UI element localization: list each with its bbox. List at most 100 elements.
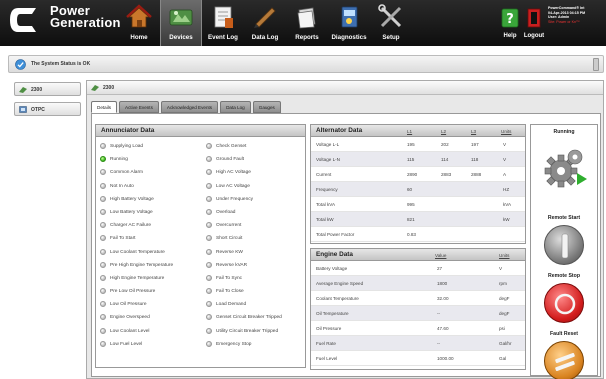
cell-l2: 202 [441, 142, 449, 147]
tab-gauges[interactable]: Gauges [252, 101, 281, 113]
annunciator-label: Not In Auto [110, 183, 134, 189]
nav-diagnostics[interactable]: Diagnostics [328, 0, 370, 46]
indicator-off-icon [206, 208, 212, 215]
indicator-off-icon [206, 248, 212, 255]
remote-stop-button[interactable] [544, 283, 584, 323]
annunciator-item: Genset Circuit Breaker Tripped [204, 312, 308, 325]
cell-l1: 0.83 [407, 232, 416, 237]
cell-units: Gal [499, 356, 507, 361]
indicator-off-icon [206, 169, 212, 176]
column-header: L1 [407, 129, 413, 134]
sidebar-item-label: 2300 [31, 87, 43, 93]
panel-header: 2300 [87, 81, 603, 95]
annunciator-item: High AC Voltage [204, 167, 308, 180]
event-log-icon [214, 6, 233, 28]
annunciator-item: Engine Overspeed [98, 312, 202, 325]
row-label: Average Engine Speed [316, 281, 364, 286]
table-row: Oil Temperature -- degF [311, 306, 525, 321]
generator-device-icon [19, 87, 27, 93]
annunciator-item: Low Fuel Level [98, 339, 202, 352]
annunciator-label: Fail To Start [110, 236, 136, 242]
power-off-icon [554, 293, 576, 315]
indicator-off-icon [100, 169, 106, 176]
nav-event-log[interactable]: Event Log [202, 0, 244, 46]
annunciator-label: Overcurrent [216, 223, 242, 229]
nav-setup[interactable]: Setup [370, 0, 412, 46]
annunciator-panel: Annunciator Data Supplying Load Running Co… [95, 124, 306, 368]
indicator-off-icon [100, 208, 106, 215]
main-nav: Home Devices Event Log Data Log Reports … [118, 0, 412, 46]
annunciator-label: High AC Voltage [216, 170, 251, 176]
indicator-off-icon [100, 143, 106, 149]
nav-data-log[interactable]: Data Log [244, 0, 286, 46]
annunciator-label: Fail To Sync [216, 275, 243, 281]
cell-l1: 2890 [407, 172, 418, 177]
annunciator-label: Running [110, 157, 128, 163]
indicator-off-icon [100, 222, 106, 229]
cell-units: Gal/hr [499, 341, 512, 346]
annunciator-item: Overcurrent [204, 220, 308, 233]
sidebar-item-otpc[interactable]: OTPC [14, 102, 81, 116]
annunciator-item: Not In Auto [98, 181, 202, 194]
annunciator-item: Fail To Close [204, 286, 308, 299]
annunciator-label: Low AC Voltage [216, 183, 250, 189]
annunciator-label: Under Frequency [216, 196, 254, 202]
indicator-off-icon [100, 261, 106, 268]
help-button[interactable]: ? Help [498, 0, 522, 46]
annunciator-item: Overload [204, 207, 308, 220]
cell-units: V [503, 142, 507, 147]
row-label: Total kW [316, 217, 334, 222]
cell-units: HZ [503, 187, 510, 192]
alternator-data-table: Alternator Data L1 L2 L3 Units Voltage L… [310, 124, 526, 244]
table-row: Fuel Rate -- Gal/hr [311, 336, 525, 351]
annunciator-label: Load Demand [216, 302, 247, 308]
annunciator-label: Check Genset [216, 144, 247, 149]
row-label: Voltage L-N [316, 157, 341, 162]
annunciator-left-column: Supplying Load Running Common Alarm Not In … [98, 141, 202, 352]
sidebar-item-2300[interactable]: 2300 [14, 82, 81, 96]
row-label: Voltage L-L [316, 142, 340, 147]
tab-active-events[interactable]: Active Events [119, 101, 159, 113]
table-row: Battery Voltage 27 V [311, 261, 525, 276]
annunciator-item: Supplying Load [98, 141, 202, 154]
logout-button[interactable]: Logout [522, 0, 546, 46]
tab-acknowledged-events[interactable]: Acknowledged Events [160, 101, 219, 113]
annunciator-label: Pre High Engine Temperature [110, 262, 174, 268]
running-label: Running [553, 129, 575, 135]
annunciator-item: Reverse KW [204, 247, 308, 260]
annunciator-item: Fail To Start [98, 233, 202, 246]
generator-device-icon [91, 85, 99, 91]
nav-home[interactable]: Home [118, 0, 160, 46]
status-scroll-handle[interactable] [593, 58, 599, 71]
row-label: Frequency [316, 187, 338, 192]
row-label: Battery Voltage [316, 266, 348, 271]
nav-reports[interactable]: Reports [286, 0, 328, 46]
running-gears-icon [544, 149, 587, 188]
help-icon: ? [501, 8, 519, 28]
cell-l2: 114 [441, 157, 449, 162]
fault-reset-button[interactable] [544, 341, 584, 379]
row-label: Fuel Rate [316, 341, 336, 346]
indicator-off-icon [100, 340, 106, 347]
annunciator-item: Pre Low Oil Pressure [98, 286, 202, 299]
cell-units: kW [503, 217, 510, 222]
tab-data-log[interactable]: Data Log [220, 101, 251, 113]
cell-value: 32.00 [437, 296, 449, 301]
indicator-off-icon [100, 301, 106, 308]
table-row: Fuel Level 1000.00 Gal [311, 351, 525, 366]
details-content: Annunciator Data Supplying Load Running Co… [91, 113, 601, 379]
genset-control-column: Running Remote Start Remote Stop Fault R… [530, 124, 598, 379]
sidebar-item-label: OTPC [31, 107, 45, 113]
annunciator-label: Low Fuel Level [110, 341, 143, 347]
nav-devices[interactable]: Devices [160, 0, 202, 46]
user-info: PowerCommand® Int 04-Apr-2013 04:15 PM U… [548, 6, 586, 24]
annunciator-item: Low Battery Voltage [98, 207, 202, 220]
column-header: Units [499, 253, 510, 258]
remote-start-button[interactable] [544, 225, 584, 265]
tab-details[interactable]: Details [91, 101, 118, 113]
annunciator-item: High Battery Voltage [98, 194, 202, 207]
annunciator-right-column: Check Genset Ground Fault High AC Voltage L… [204, 141, 308, 352]
row-label: Total kVA [316, 202, 336, 207]
annunciator-item: Load Demand [204, 299, 308, 312]
column-header: L3 [471, 129, 477, 134]
